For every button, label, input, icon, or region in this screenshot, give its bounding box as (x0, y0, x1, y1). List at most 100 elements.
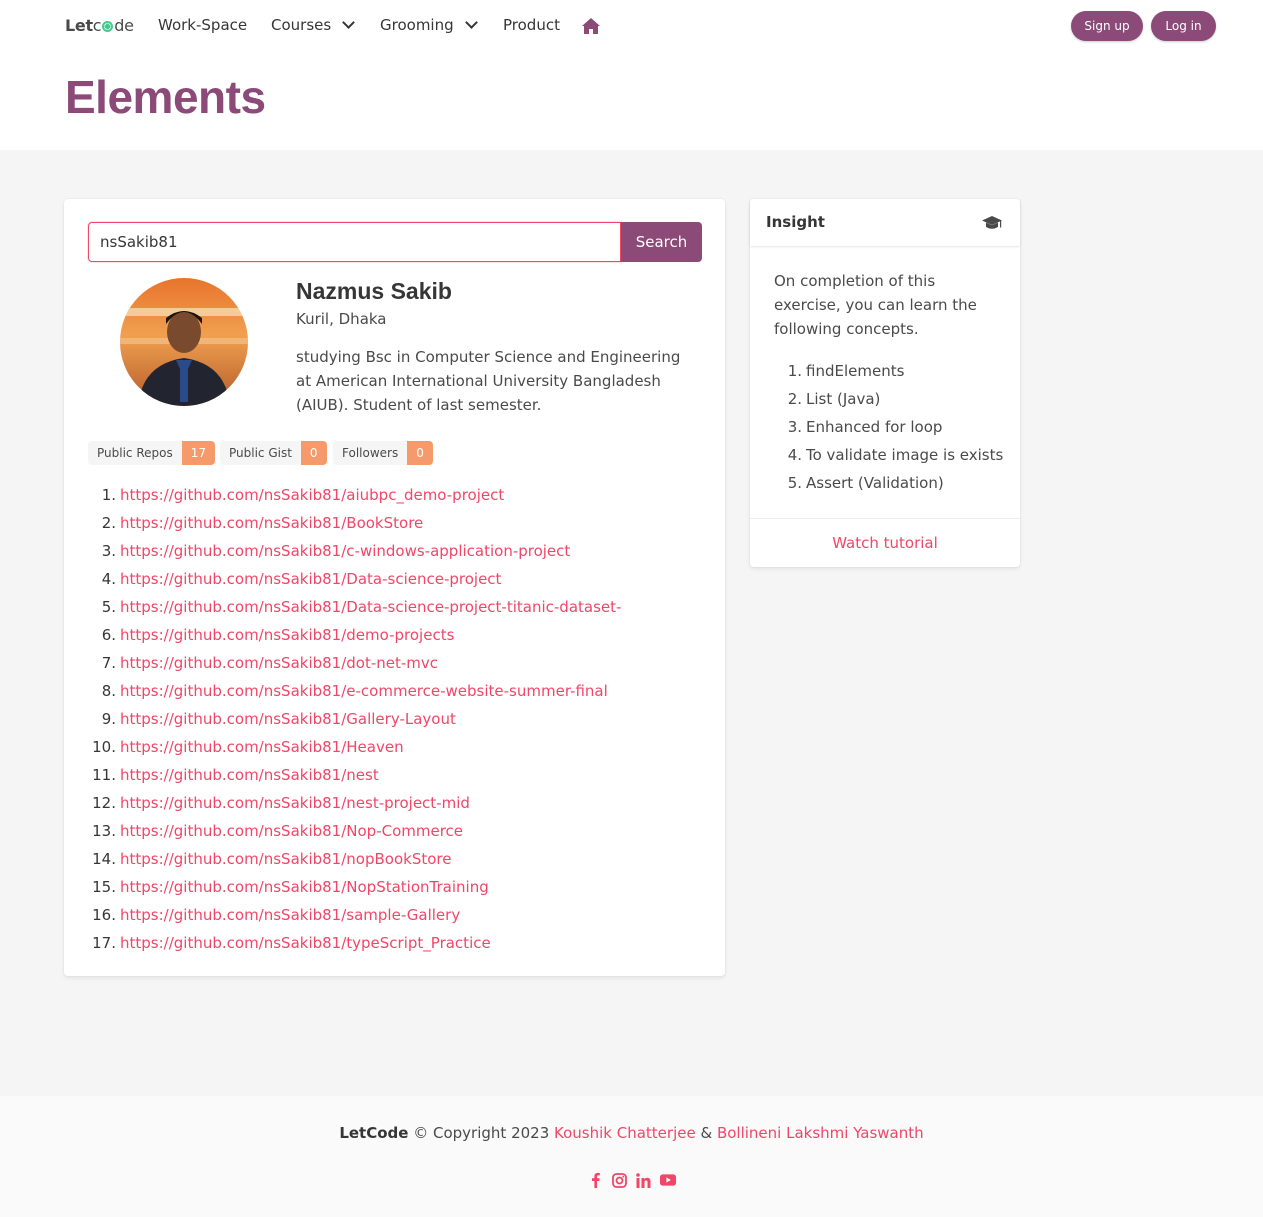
navbar: Letc de Work-Space Courses Grooming Produ… (0, 0, 1263, 52)
page-title: Elements (65, 71, 266, 123)
nav-item-product[interactable]: Product (503, 16, 560, 34)
signup-button[interactable]: Sign up (1071, 11, 1143, 41)
stat-value: 0 (407, 441, 433, 465)
copyright: LetCode © Copyright 2023 Koushik Chatter… (0, 1124, 1263, 1142)
nav-item-label: Courses (271, 16, 332, 34)
list-item: 16. https://github.com/nsSakib81/sample-G… (92, 906, 461, 924)
graduation-cap-icon (982, 216, 1002, 229)
watch-tutorial-link[interactable]: Watch tutorial (750, 518, 1020, 567)
list-item: 13. https://github.com/nsSakib81/Nop-Comm… (92, 822, 464, 840)
repo-link[interactable]: https://github.com/nsSakib81/NopStationT… (120, 878, 489, 896)
list-item: 12. https://github.com/nsSakib81/nest-pro… (92, 794, 470, 812)
ampersand: & (695, 1124, 717, 1142)
brand-diamond-icon (102, 21, 114, 32)
insight-item-text: List (Java) (806, 390, 881, 408)
list-item: 11. https://github.com/nsSakib81/nest (92, 766, 379, 784)
insight-item-text: Enhanced for loop (806, 418, 943, 436)
brand-text-suffix: de (114, 16, 134, 35)
linkedin-icon[interactable] (636, 1172, 652, 1188)
list-item: 2. List (Java) (787, 390, 881, 408)
chevron-down-icon (342, 16, 356, 29)
nav-item-workspace[interactable]: Work-Space (158, 16, 247, 34)
list-item: 4. https://github.com/nsSakib81/Data-scie… (101, 570, 502, 588)
login-button[interactable]: Log in (1151, 11, 1216, 41)
chevron-down-icon (464, 16, 478, 29)
brand-text: Let (65, 16, 93, 35)
insight-title: Insight (766, 213, 825, 231)
insight-item-text: findElements (806, 362, 905, 380)
list-item: 4. To validate image is exists (787, 446, 1004, 464)
nav-item-label: Work-Space (158, 16, 248, 34)
profile-bio: studying Bsc in Computer Science and Eng… (296, 348, 681, 414)
repo-link[interactable]: https://github.com/nsSakib81/Nop-Commerc… (120, 822, 463, 840)
search-input[interactable] (88, 222, 621, 262)
stat-value: 17 (181, 441, 216, 465)
profile-name: Nazmus Sakib (296, 278, 452, 304)
insight-card: Insight On completion of this exercise, … (750, 199, 1020, 567)
repo-link[interactable]: https://github.com/nsSakib81/nest (120, 766, 379, 784)
list-item: 8. https://github.com/nsSakib81/e-commerc… (101, 682, 608, 700)
repo-link[interactable]: https://github.com/nsSakib81/Data-scienc… (120, 570, 501, 588)
author-link-1[interactable]: Koushik Chatterjee (554, 1124, 696, 1142)
search-button[interactable]: Search (621, 222, 702, 262)
list-item: 7. https://github.com/nsSakib81/dot-net-m… (101, 654, 439, 672)
repo-list: 1. https://github.com/nsSakib81/aiubpc_de… (88, 481, 621, 957)
list-item: 2. https://github.com/nsSakib81/BookStore (101, 514, 424, 532)
brand-logo[interactable]: Letc de (65, 16, 134, 35)
repo-link[interactable]: https://github.com/nsSakib81/Gallery-Lay… (120, 710, 456, 728)
repo-link[interactable]: https://github.com/nsSakib81/sample-Gall… (120, 906, 460, 924)
nav-item-grooming[interactable]: Grooming (380, 16, 478, 34)
insight-item-text: To validate image is exists (806, 446, 1004, 464)
insight-description: On completion of this exercise, you can … (774, 272, 977, 338)
repo-link[interactable]: https://github.com/nsSakib81/nopBookStor… (120, 850, 451, 868)
insight-list: 1. findElements 2. List (Java) 3. Enhanced … (774, 357, 1004, 497)
stat-followers: Followers 0 (333, 441, 433, 465)
instagram-icon[interactable] (612, 1172, 628, 1188)
repo-link[interactable]: https://github.com/nsSakib81/demo-projec… (120, 626, 454, 644)
copyright-text: © Copyright 2023 (408, 1124, 555, 1142)
list-item: 9. https://github.com/nsSakib81/Gallery-L… (101, 710, 456, 728)
list-item: 3. Enhanced for loop (787, 418, 943, 436)
home-icon[interactable] (582, 18, 600, 34)
list-item: 17. https://github.com/nsSakib81/typeScri… (92, 934, 491, 952)
list-item: 3. https://github.com/nsSakib81/c-windows… (101, 542, 571, 560)
author-link-2[interactable]: Bollineni Lakshmi Yaswanth (717, 1124, 924, 1142)
repo-link[interactable]: https://github.com/nsSakib81/aiubpc_demo… (120, 486, 504, 504)
repo-link[interactable]: https://github.com/nsSakib81/e-commerce-… (120, 682, 608, 700)
avatar (120, 278, 248, 406)
profile-location: Kuril, Dhaka (296, 310, 387, 328)
stat-label: Public Repos (88, 441, 182, 465)
repo-link[interactable]: https://github.com/nsSakib81/c-windows-a… (120, 542, 570, 560)
list-item: 6. https://github.com/nsSakib81/demo-proj… (101, 626, 455, 644)
repo-link[interactable]: https://github.com/nsSakib81/BookStore (120, 514, 423, 532)
social-links (0, 1172, 1263, 1188)
list-item: 1. findElements (787, 362, 905, 380)
footer-brand: LetCode (339, 1124, 409, 1142)
repo-link[interactable]: https://github.com/nsSakib81/dot-net-mvc (120, 654, 438, 672)
nav-item-label: Grooming (380, 16, 454, 34)
nav-item-courses[interactable]: Courses (271, 16, 356, 34)
stat-public-gist: Public Gist 0 (220, 441, 327, 465)
stat-label: Followers (333, 441, 408, 465)
list-item: 14. https://github.com/nsSakib81/nopBookS… (92, 850, 452, 868)
list-item: 5. https://github.com/nsSakib81/Data-scie… (101, 598, 622, 616)
stat-public-repos: Public Repos 17 (88, 441, 216, 465)
list-item: 15. https://github.com/nsSakib81/NopStati… (92, 878, 489, 896)
list-item: 5. Assert (Validation) (787, 474, 944, 492)
insight-item-text: Assert (Validation) (806, 474, 944, 492)
stat-value: 0 (300, 441, 327, 465)
youtube-icon[interactable] (659, 1172, 676, 1188)
list-item: 1. https://github.com/nsSakib81/aiubpc_de… (101, 486, 505, 504)
facebook-icon[interactable] (588, 1172, 604, 1188)
stat-label: Public Gist (220, 441, 301, 465)
nav-item-label: Product (503, 16, 560, 34)
page-footer: LetCode © Copyright 2023 Koushik Chatter… (0, 1096, 1263, 1217)
page-header: Letc de Work-Space Courses Grooming Produ… (0, 0, 1263, 150)
insight-header: Insight (750, 199, 1020, 246)
repo-link[interactable]: https://github.com/nsSakib81/nest-projec… (120, 794, 470, 812)
github-profile-card: Search Nazmus Sakib Kuril, Dhaka studyin… (64, 199, 725, 976)
list-item: 10. https://github.com/nsSakib81/Heaven (92, 738, 404, 756)
repo-link[interactable]: https://github.com/nsSakib81/typeScript_… (120, 934, 491, 952)
repo-link[interactable]: https://github.com/nsSakib81/Data-scienc… (120, 598, 621, 616)
repo-link[interactable]: https://github.com/nsSakib81/Heaven (120, 738, 404, 756)
